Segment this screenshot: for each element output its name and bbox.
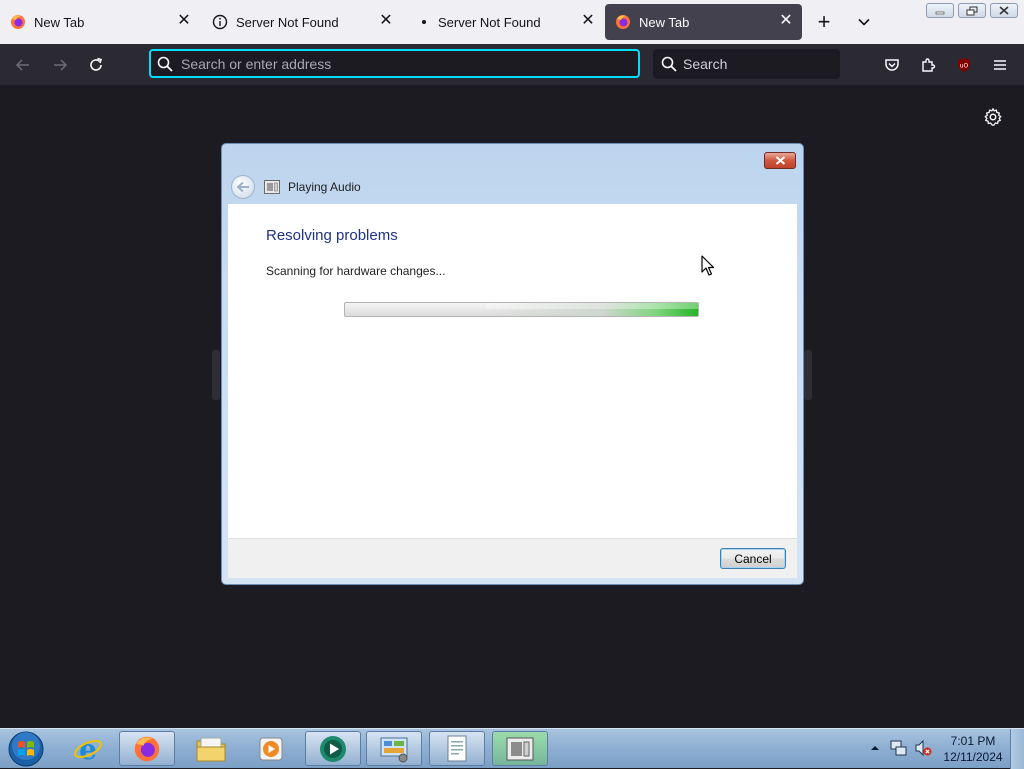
mouse-cursor-icon	[701, 255, 715, 276]
arrow-left-icon	[15, 59, 29, 71]
dialog-title: Playing Audio	[288, 180, 361, 194]
info-icon	[212, 14, 228, 30]
tab-close-icon[interactable]: ✕	[378, 13, 394, 29]
navigation-toolbar: uO	[0, 44, 1024, 85]
app-menu-button[interactable]	[987, 52, 1013, 78]
pocket-icon	[885, 59, 899, 71]
forward-button[interactable]	[47, 52, 73, 78]
media-center-icon	[320, 735, 346, 762]
puzzle-icon	[922, 58, 936, 72]
new-tab-button[interactable]: +	[812, 9, 836, 34]
ublock-origin-button[interactable]: uO	[951, 52, 977, 78]
close-icon	[999, 6, 1009, 15]
search-icon	[157, 56, 173, 72]
reload-icon	[90, 57, 102, 71]
dialog-heading: Resolving problems	[266, 227, 398, 244]
taskbar-control-panel[interactable]	[366, 731, 422, 766]
pocket-button[interactable]	[879, 52, 905, 78]
control-panel-icon	[380, 737, 408, 762]
close-icon	[775, 156, 785, 165]
svg-text:uO: uO	[960, 63, 969, 70]
internet-explorer-icon: e	[74, 734, 102, 764]
taskbar-file-explorer[interactable]	[183, 731, 239, 766]
tab-close-icon[interactable]: ✕	[778, 13, 794, 29]
show-desktop-button[interactable]	[1010, 729, 1024, 769]
taskbar: e 7:01 PM 12/11/2024	[0, 728, 1024, 769]
back-button[interactable]	[10, 52, 36, 78]
arrow-left-icon	[236, 181, 249, 193]
tab-title: Server Not Found	[236, 14, 339, 30]
cancel-button[interactable]: Cancel	[720, 548, 786, 569]
troubleshooter-dialog: Playing Audio Resolving problems Scannin…	[221, 143, 804, 585]
search-icon	[661, 56, 677, 72]
address-bar[interactable]	[149, 49, 640, 78]
windows-start-orb-icon	[8, 731, 44, 767]
svg-text:e: e	[79, 734, 97, 764]
dialog-back-button[interactable]	[231, 175, 255, 199]
minimize-icon	[935, 11, 945, 14]
taskbar-internet-explorer[interactable]: e	[60, 731, 116, 766]
tab-close-icon[interactable]: ✕	[176, 13, 192, 29]
hamburger-menu-icon	[994, 60, 1006, 70]
tab-strip: New Tab ✕ Server Not Found ✕ Server Not …	[0, 0, 1024, 44]
tab-title: New Tab	[639, 14, 690, 30]
tab-new-tab-1[interactable]: New Tab ✕	[0, 4, 200, 40]
taskbar-media-center[interactable]	[305, 731, 361, 766]
system-clock[interactable]: 7:01 PM 12/11/2024	[940, 733, 1006, 765]
extensions-button[interactable]	[915, 52, 941, 78]
taskbar-media-player[interactable]	[243, 731, 299, 766]
clock-date: 12/11/2024	[943, 750, 1003, 764]
tab-title: Server Not Found	[438, 14, 541, 30]
tab-title: New Tab	[34, 14, 85, 30]
dot-icon	[422, 20, 426, 24]
file-explorer-icon	[196, 737, 226, 761]
network-icon[interactable]	[890, 739, 908, 757]
minimize-button[interactable]	[926, 3, 954, 18]
progress-bar-fill	[486, 303, 698, 316]
notepad-document-icon	[447, 735, 467, 761]
show-hidden-icons-icon[interactable]	[870, 743, 880, 753]
restore-button[interactable]	[958, 3, 986, 18]
troubleshooter-icon	[506, 737, 534, 760]
tab-server-not-found-2[interactable]: Server Not Found ✕	[404, 4, 604, 40]
dialog-footer: Cancel	[228, 538, 797, 578]
right-edge-handle	[804, 350, 812, 400]
search-bar[interactable]	[653, 49, 840, 79]
arrow-right-icon	[54, 59, 68, 71]
gear-icon[interactable]	[982, 106, 1004, 128]
taskbar-troubleshooter[interactable]	[492, 731, 548, 766]
firefox-icon	[134, 736, 160, 761]
address-input[interactable]	[179, 54, 623, 73]
taskbar-notepad[interactable]	[429, 731, 485, 766]
reload-button[interactable]	[83, 52, 109, 78]
progress-bar	[344, 302, 699, 317]
status-text: Scanning for hardware changes...	[266, 264, 446, 278]
search-input[interactable]	[681, 55, 835, 73]
media-player-icon	[259, 737, 283, 760]
start-button[interactable]	[5, 730, 47, 768]
volume-muted-icon[interactable]	[914, 739, 932, 757]
dialog-close-button[interactable]	[764, 152, 796, 169]
tab-server-not-found-1[interactable]: Server Not Found ✕	[202, 4, 402, 40]
left-edge-handle	[212, 350, 220, 400]
firefox-icon	[11, 15, 25, 29]
tab-close-icon[interactable]: ✕	[580, 13, 596, 29]
tab-new-tab-active[interactable]: New Tab ✕	[605, 4, 802, 40]
firefox-icon	[616, 15, 630, 29]
ublock-origin-icon: uO	[958, 58, 970, 72]
chevron-down-icon	[858, 18, 870, 26]
restore-icon	[966, 6, 978, 15]
window-close-button[interactable]	[990, 3, 1018, 18]
taskbar-firefox[interactable]	[119, 731, 175, 766]
list-all-tabs-button[interactable]	[852, 10, 876, 34]
clock-time: 7:01 PM	[950, 734, 996, 748]
troubleshooter-app-icon	[264, 180, 280, 194]
